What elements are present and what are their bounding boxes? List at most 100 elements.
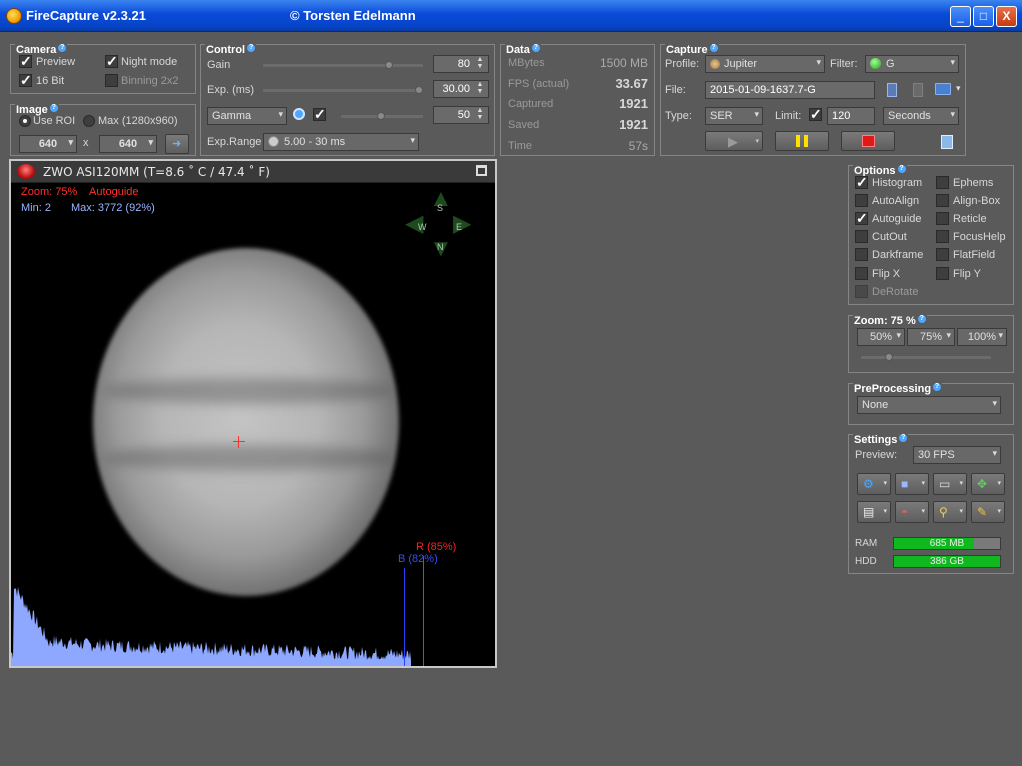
help-icon[interactable]: ? xyxy=(531,44,540,52)
gamma-spinner[interactable]: 50 ▲ ▼ xyxy=(433,106,489,124)
firecapture-app-icon xyxy=(6,8,22,24)
focushelp-checkbox[interactable] xyxy=(936,230,949,243)
guiding-settings-button[interactable]: ✥ ▾ xyxy=(971,473,1005,495)
minimize-button[interactable]: _ xyxy=(950,6,971,27)
histogram-checkbox[interactable] xyxy=(855,174,868,191)
start-capture-button[interactable]: ▶ ▾ xyxy=(705,131,763,151)
storage-settings-button[interactable]: ■ ▾ xyxy=(895,473,929,495)
limit-value-field[interactable]: 120 xyxy=(827,107,875,125)
reticle-checkbox[interactable] xyxy=(936,212,949,225)
help-icon[interactable]: ? xyxy=(49,104,58,112)
guide-navigation-pad[interactable]: ▲ ▼ ◀ ▶ S N W E xyxy=(405,185,477,263)
zoom-100-button[interactable]: 100% ▾ xyxy=(957,328,1007,346)
gain-slider[interactable] xyxy=(263,61,423,69)
help-icon[interactable]: ? xyxy=(933,383,942,391)
blue-marker-label: B (82%) xyxy=(398,553,438,565)
chevron-down-icon: ▾ xyxy=(950,109,955,119)
limit-checkbox[interactable] xyxy=(809,106,822,123)
roi-times-label: x xyxy=(83,137,89,149)
zoom-overlay: Zoom: 75% xyxy=(21,186,78,198)
filter-dropdown[interactable]: G ▾ xyxy=(865,55,959,73)
spin-arrows-icon[interactable]: ▲ ▼ xyxy=(474,81,486,95)
roi-width-dropdown[interactable]: 640 ▾ xyxy=(19,135,77,153)
limit-unit-dropdown[interactable]: Seconds ▾ xyxy=(883,107,959,125)
chevron-down-icon[interactable]: ▾ xyxy=(956,83,961,94)
cutout-checkbox[interactable] xyxy=(855,230,868,243)
display-settings-button[interactable]: ▭ ▾ xyxy=(933,473,967,495)
camera-group: Camera? Preview Night mode 16 Bit Binnin… xyxy=(10,44,196,94)
zoom-slider-handle[interactable] xyxy=(885,353,894,361)
preview-checkbox[interactable] xyxy=(19,53,32,70)
chevron-down-icon: ▾ xyxy=(883,480,887,487)
chevron-down-icon: ▾ xyxy=(950,57,955,67)
preview-fps-dropdown[interactable]: 30 FPS ▾ xyxy=(913,446,1001,464)
maximize-preview-icon[interactable] xyxy=(476,165,487,176)
zoom-slider[interactable] xyxy=(861,353,991,361)
help-icon[interactable]: ? xyxy=(247,44,256,52)
exposure-slider-handle[interactable] xyxy=(415,86,423,94)
autoguide-checkbox[interactable] xyxy=(855,210,868,227)
title-bar: FireCapture v2.3.21 © Torsten Edelmann _… xyxy=(0,0,1022,32)
max-resolution-radio[interactable] xyxy=(83,115,95,127)
chevron-down-icon: ▾ xyxy=(410,135,415,145)
roi-height-dropdown[interactable]: 640 ▾ xyxy=(99,135,157,153)
gamma-slider[interactable] xyxy=(341,112,423,120)
close-button[interactable]: X xyxy=(996,6,1017,27)
flatfield-checkbox[interactable] xyxy=(936,248,949,261)
exposure-range-dropdown[interactable]: 5.00 - 30 ms ▾ xyxy=(263,133,419,151)
preprocessing-dropdown[interactable]: None ▾ xyxy=(857,396,1001,414)
gamma-enable-checkbox[interactable] xyxy=(313,106,326,123)
help-icon[interactable]: ? xyxy=(709,44,718,52)
copy-documents-icon[interactable] xyxy=(941,135,953,149)
crosshair-icon xyxy=(233,436,245,448)
exposure-spinner[interactable]: 30.00 ▲ ▼ xyxy=(433,80,489,98)
gain-slider-handle[interactable] xyxy=(385,61,393,69)
help-icon[interactable]: ? xyxy=(917,315,926,323)
spin-arrows-icon[interactable]: ▲ ▼ xyxy=(474,56,486,70)
binning-checkbox[interactable] xyxy=(105,74,118,87)
profile-label: Profile: xyxy=(665,58,700,70)
use-roi-label: Use ROI xyxy=(33,115,76,127)
darkframe-checkbox[interactable] xyxy=(855,248,868,261)
flipx-checkbox[interactable] xyxy=(855,267,868,280)
filename-field[interactable]: 2015-01-09-1637.7-G xyxy=(705,81,875,99)
live-image[interactable]: Zoom: 75% Autoguide Min: 2 Max: 3772 (92… xyxy=(11,183,495,666)
help-icon[interactable]: ? xyxy=(897,165,906,173)
zoom-50-button[interactable]: 50% ▾ xyxy=(857,328,905,346)
film-strip-icon[interactable] xyxy=(887,83,897,97)
gamma-select[interactable]: Gamma ▾ xyxy=(207,107,287,125)
stop-capture-button[interactable] xyxy=(841,131,895,151)
help-icon[interactable]: ? xyxy=(58,44,67,52)
flipy-checkbox[interactable] xyxy=(936,267,949,280)
apply-roi-button[interactable]: ➜ xyxy=(165,134,189,154)
help-icon[interactable]: ? xyxy=(899,434,908,442)
alignbox-checkbox[interactable] xyxy=(936,194,949,207)
night-mode-checkbox[interactable] xyxy=(105,53,118,70)
focus-settings-button[interactable]: ⚲ ▾ xyxy=(933,501,967,523)
chevron-down-icon: ▾ xyxy=(148,137,153,147)
type-dropdown[interactable]: SER ▾ xyxy=(705,107,763,125)
spin-arrows-icon[interactable]: ▲ ▼ xyxy=(474,107,486,121)
derotate-checkbox[interactable] xyxy=(855,285,868,298)
trash-icon[interactable] xyxy=(913,83,923,97)
gear-icon[interactable] xyxy=(293,108,305,120)
profile-dropdown[interactable]: Jupiter ▾ xyxy=(705,55,825,73)
binning-label: Binning 2x2 xyxy=(121,75,179,87)
autoalign-checkbox[interactable] xyxy=(855,194,868,207)
gamma-slider-handle[interactable] xyxy=(377,112,385,120)
zoom-75-button[interactable]: 75% ▾ xyxy=(907,328,955,346)
pause-capture-button[interactable] xyxy=(775,131,829,151)
exposure-slider[interactable] xyxy=(263,86,423,94)
tools-settings-button[interactable]: ✎ ▾ xyxy=(971,501,1005,523)
ephems-checkbox[interactable] xyxy=(936,176,949,189)
hardware-settings-button[interactable]: ◓ ▾ xyxy=(895,501,929,523)
folder-open-icon[interactable] xyxy=(935,83,951,95)
camera-settings-button[interactable]: ⚙ ▾ xyxy=(857,473,891,495)
16bit-checkbox[interactable] xyxy=(19,72,32,89)
night-mode-label: Night mode xyxy=(121,56,178,68)
file-settings-button[interactable]: ▤ ▾ xyxy=(857,501,891,523)
maximize-button[interactable]: □ xyxy=(973,6,994,27)
saved-value: 1921 xyxy=(619,117,648,132)
use-roi-radio[interactable] xyxy=(19,115,31,127)
gain-spinner[interactable]: 80 ▲ ▼ xyxy=(433,55,489,73)
